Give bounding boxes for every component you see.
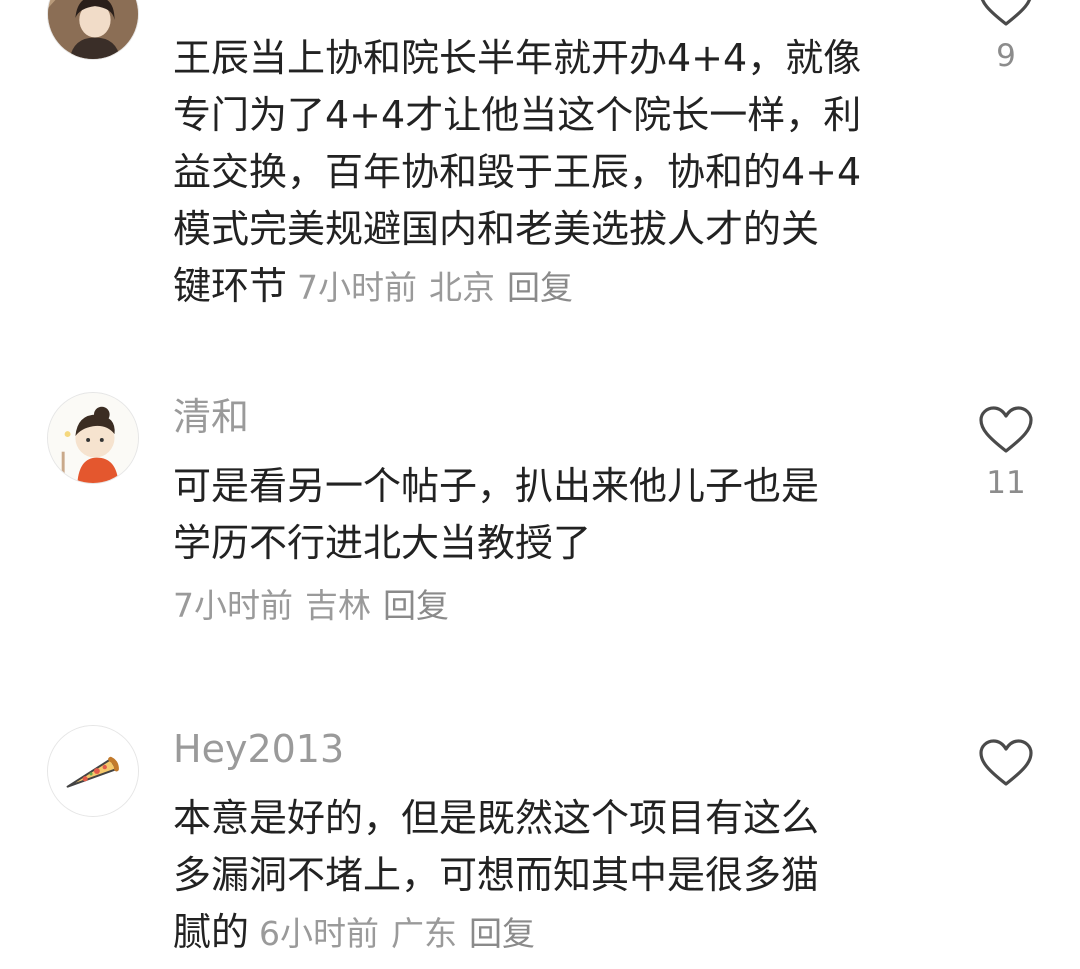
comment-line-last: 腻的 6小时前 广东 回复 bbox=[173, 904, 933, 962]
comment-location: 广东 bbox=[391, 914, 458, 953]
like-count: 9 bbox=[996, 38, 1016, 74]
user-avatar[interactable] bbox=[47, 392, 139, 484]
comment-location: 北京 bbox=[429, 268, 496, 307]
like-control[interactable]: 9 bbox=[972, 0, 1040, 74]
comment-time: 6小时前 bbox=[259, 914, 380, 953]
comment-time: 7小时前 bbox=[297, 268, 418, 307]
reply-button[interactable]: 回复 bbox=[507, 268, 573, 307]
user-avatar[interactable] bbox=[47, 725, 139, 817]
comment-meta: 7小时前 北京 回复 bbox=[297, 268, 573, 307]
comment-time: 7小时前 bbox=[173, 586, 293, 625]
comment-line: 专门为了4+4才让他当这个院长一样，利 bbox=[173, 93, 862, 137]
comment-line: 王辰当上协和院长半年就开办4+4，就像 bbox=[173, 36, 862, 80]
photo-avatar-icon bbox=[48, 0, 138, 59]
comment-line: 可是看另一个帖子，扒出来他儿子也是 bbox=[173, 464, 820, 508]
like-control[interactable]: 11 bbox=[972, 405, 1040, 501]
comment-line: 学历不行进北大当教授了 bbox=[173, 521, 592, 565]
pizza-avatar-icon bbox=[48, 726, 138, 816]
comment-line: 多漏洞不堵上，可想而知其中是很多猫 bbox=[173, 853, 820, 897]
heart-icon[interactable] bbox=[978, 0, 1034, 28]
comment-meta: 7小时前 吉林 回复 bbox=[173, 581, 449, 631]
reply-button[interactable]: 回复 bbox=[383, 586, 449, 625]
username[interactable]: Hey2013 bbox=[173, 724, 344, 774]
comment-location: 吉林 bbox=[305, 586, 371, 625]
user-avatar[interactable] bbox=[47, 0, 139, 60]
like-control[interactable] bbox=[972, 738, 1040, 798]
comment-text: 本意是好的，但是既然这个项目有这么 多漏洞不堵上，可想而知其中是很多猫 腻的 6小… bbox=[173, 790, 933, 962]
cartoon-girl-avatar-icon bbox=[48, 393, 138, 483]
comment-text: 可是看另一个帖子，扒出来他儿子也是 学历不行进北大当教授了 bbox=[173, 458, 933, 572]
comment-line: 本意是好的，但是既然这个项目有这么 bbox=[173, 796, 820, 840]
comment-line-last: 键环节 7小时前 北京 回复 bbox=[173, 258, 933, 316]
comment-line: 模式完美规避国内和老美选拔人才的关 bbox=[173, 207, 820, 251]
heart-icon[interactable] bbox=[978, 738, 1034, 788]
comment-line-text: 键环节 bbox=[173, 264, 288, 308]
comment-text: 王辰当上协和院长半年就开办4+4，就像 专门为了4+4才让他当这个院长一样，利 … bbox=[173, 30, 933, 316]
username[interactable]: 清和 bbox=[173, 392, 249, 442]
comment-line: 益交换，百年协和毁于王辰，协和的4+4 bbox=[173, 150, 862, 194]
like-count: 11 bbox=[986, 465, 1026, 501]
heart-icon[interactable] bbox=[978, 405, 1034, 455]
reply-button[interactable]: 回复 bbox=[469, 914, 535, 953]
comment-meta: 6小时前 广东 回复 bbox=[259, 914, 535, 953]
comment-line-text: 腻的 bbox=[173, 910, 250, 954]
